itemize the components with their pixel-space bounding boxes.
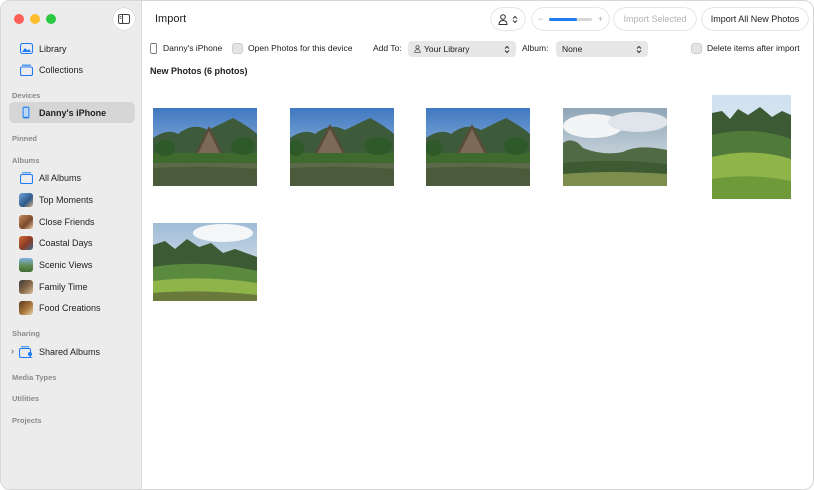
person-icon (498, 13, 508, 25)
section-pinned: Pinned (12, 134, 38, 143)
sidebar-item-label: All Albums (39, 172, 82, 183)
device-name: Danny's iPhone (163, 43, 223, 53)
main-area: Import − + Import Selected Import All Ne… (142, 1, 813, 489)
section-devices: Devices (12, 91, 41, 100)
import-all-button[interactable]: Import All New Photos (702, 8, 808, 30)
zoom-window-button[interactable] (46, 14, 56, 24)
import-window: Library Collections Devices Danny's iPho… (0, 0, 814, 490)
sidebar-item-label: Food Creations (39, 302, 101, 313)
chevron-up-down-icon (512, 15, 518, 23)
section-utilities[interactable]: Utilities (12, 394, 39, 403)
sidebar-item-all-albums[interactable]: All Albums (9, 167, 135, 188)
delete-after-checkbox[interactable] (691, 42, 702, 54)
delete-after-checkbox-row[interactable]: Delete items after import (691, 39, 800, 57)
album-thumb-icon (19, 192, 33, 207)
import-options-bar: Danny's iPhone Open Photos for this devi… (142, 39, 813, 58)
album-value: None (562, 44, 583, 54)
sidebar-item-label: Danny's iPhone (39, 107, 107, 118)
sidebar-item-label: Close Friends (39, 216, 95, 227)
sidebar-toggle-icon (118, 14, 130, 24)
add-to-select-wrap: Your Library (408, 40, 516, 58)
section-media-types[interactable]: Media Types (12, 373, 56, 382)
album-label: Album: (522, 43, 549, 53)
album-thumb-icon (19, 257, 33, 272)
sidebar-item-device[interactable]: Danny's iPhone (9, 102, 135, 123)
section-sharing: Sharing (12, 329, 40, 338)
section-albums: Albums (12, 156, 40, 165)
add-to-select[interactable]: Your Library (408, 41, 516, 57)
zoom-slider[interactable]: − + (532, 8, 609, 30)
page-title: Import (155, 13, 187, 25)
open-photos-checkbox-row[interactable]: Open Photos for this device (232, 39, 352, 57)
sidebar: Library Collections Devices Danny's iPho… (1, 1, 142, 489)
iphone-icon (150, 42, 157, 54)
photo-thumbnail-5[interactable] (712, 95, 791, 199)
green-ridge-photo (153, 223, 257, 301)
a-frame-house-photo (290, 108, 394, 186)
album-thumb-icon (19, 300, 33, 315)
window-controls (14, 14, 56, 24)
delete-after-label: Delete items after import (707, 43, 800, 53)
photo-thumbnail-3[interactable] (426, 108, 530, 186)
add-to-value: Your Library (424, 44, 470, 54)
zoom-out-icon[interactable]: − (538, 14, 543, 24)
photo-thumbnail-1[interactable] (153, 108, 257, 186)
open-photos-checkbox[interactable] (232, 42, 243, 54)
open-photos-label: Open Photos for this device (248, 43, 353, 53)
close-window-button[interactable] (14, 14, 24, 24)
a-frame-house-photo (426, 108, 530, 186)
sidebar-item-label: Top Moments (39, 194, 94, 205)
chevron-up-down-icon (636, 45, 642, 53)
sidebar-item-library[interactable]: Library (9, 38, 135, 59)
sidebar-item-scenic-views[interactable]: Scenic Views (9, 254, 135, 275)
zoom-track[interactable] (549, 17, 592, 21)
section-projects[interactable]: Projects (12, 416, 42, 425)
minimize-window-button[interactable] (30, 14, 40, 24)
add-to-value-wrap: Your Library (414, 44, 470, 54)
photo-thumbnail-2[interactable] (290, 108, 394, 186)
sidebar-item-close-friends[interactable]: Close Friends (9, 211, 135, 232)
new-photos-heading: New Photos (6 photos) (150, 66, 248, 76)
sidebar-toggle-button[interactable] (113, 8, 135, 30)
cloudy-valley-photo (563, 108, 667, 186)
album-select[interactable]: None (556, 41, 648, 57)
a-frame-house-photo (153, 108, 257, 186)
import-selected-button[interactable]: Import Selected (614, 8, 696, 30)
photo-library-icon (19, 42, 33, 56)
album-thumb-icon (19, 235, 33, 250)
user-menu-button[interactable] (491, 8, 525, 30)
sidebar-item-label: Family Time (39, 281, 88, 292)
person-icon (414, 45, 421, 53)
collections-icon (19, 63, 33, 77)
zoom-fill (549, 17, 577, 21)
zoom-in-icon[interactable]: + (598, 14, 603, 24)
device-indicator: Danny's iPhone (150, 39, 222, 57)
album-select-wrap: None (556, 40, 648, 58)
chevron-up-down-icon (504, 45, 510, 53)
sidebar-item-label: Shared Albums (39, 346, 101, 357)
sidebar-item-label: Scenic Views (39, 259, 93, 270)
shared-albums-icon (19, 345, 33, 359)
albums-icon (19, 171, 33, 185)
album-thumb-icon (19, 279, 33, 294)
album-thumb-icon (19, 214, 33, 229)
sidebar-item-label: Coastal Days (39, 237, 93, 248)
green-ridge-photo (712, 95, 791, 199)
iphone-icon (19, 106, 33, 120)
sidebar-item-label: Collections (39, 64, 84, 75)
sidebar-item-coastal-days[interactable]: Coastal Days (9, 232, 135, 253)
sidebar-item-shared-albums[interactable]: Shared Albums (9, 341, 135, 362)
sidebar-item-collections[interactable]: Collections (9, 59, 135, 80)
add-to-label: Add To: (373, 43, 402, 53)
sidebar-item-food-creations[interactable]: Food Creations (9, 297, 135, 318)
sidebar-item-label: Library (39, 43, 67, 54)
photo-thumbnail-4[interactable] (563, 108, 667, 186)
photo-thumbnail-6[interactable] (153, 223, 257, 301)
sidebar-item-top-moments[interactable]: Top Moments (9, 189, 135, 210)
sidebar-item-family-time[interactable]: Family Time (9, 276, 135, 297)
